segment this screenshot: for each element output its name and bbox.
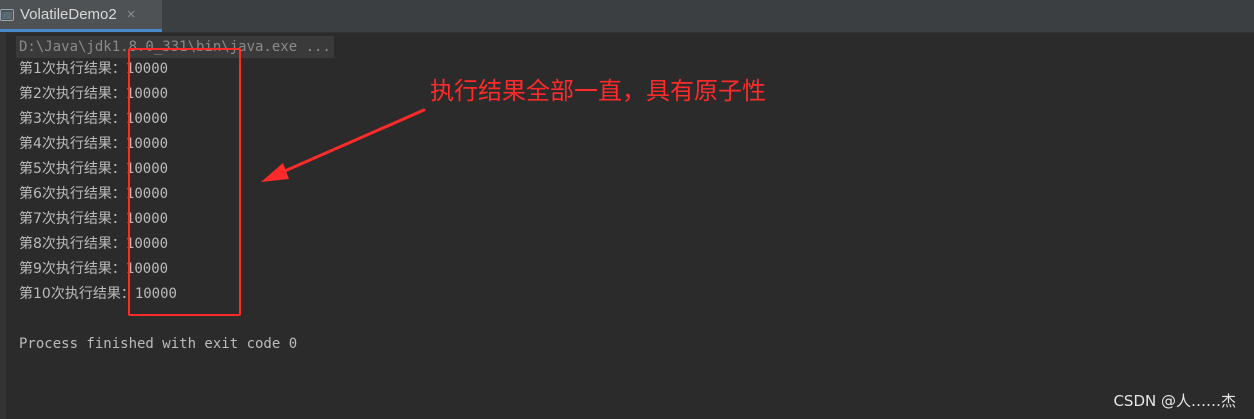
close-icon[interactable]: × (127, 6, 136, 23)
tab-title: VolatileDemo2 (20, 6, 117, 23)
output-label: 第4次执行结果： (19, 136, 126, 152)
process-finished-message: Process finished with exit code 0 (19, 336, 298, 352)
tab-bar: VolatileDemo2 × (0, 0, 1254, 33)
output-label: 第8次执行结果： (19, 236, 126, 252)
output-label: 第9次执行结果： (19, 261, 126, 277)
output-label: 第10次执行结果： (19, 286, 135, 302)
output-label: 第2次执行结果： (19, 86, 126, 102)
console-gutter (0, 33, 6, 419)
annotation-label: 执行结果全部一直，具有原子性 (430, 77, 766, 105)
output-label: 第7次执行结果： (19, 211, 126, 227)
output-label: 第6次执行结果： (19, 186, 126, 202)
output-label: 第1次执行结果： (19, 61, 126, 77)
output-label: 第5次执行结果： (19, 161, 126, 177)
tab-volatiledemo2[interactable]: VolatileDemo2 × (0, 0, 162, 32)
csdn-watermark: CSDN @人……杰 (1113, 392, 1236, 410)
output-label: 第3次执行结果： (19, 111, 126, 127)
result-highlight-box (128, 48, 241, 316)
console-window-icon (0, 8, 14, 21)
